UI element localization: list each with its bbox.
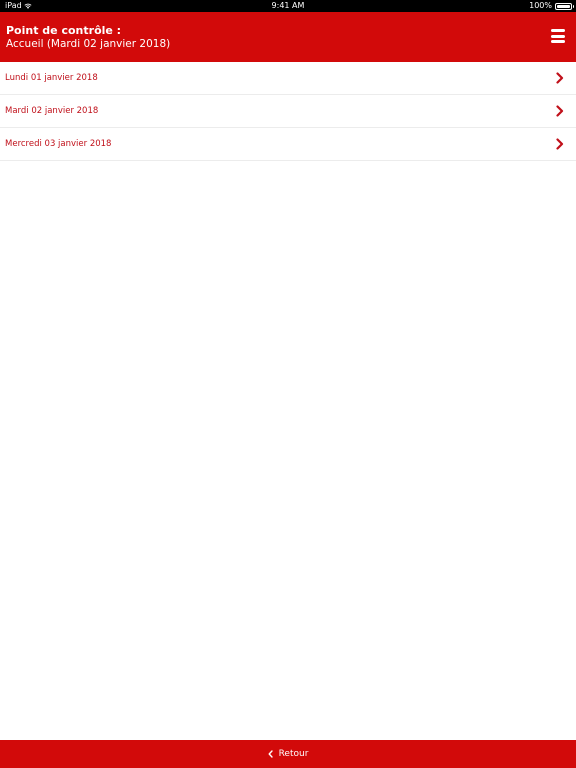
back-button-label: Retour (278, 749, 309, 759)
list-item-label: Lundi 01 janvier 2018 (5, 73, 98, 83)
page-title: Point de contrôle : (6, 24, 122, 37)
menu-button[interactable] (550, 28, 566, 44)
chevron-right-icon (556, 72, 564, 84)
list-item[interactable]: Mercredi 03 janvier 2018 (0, 128, 576, 161)
battery-percentage: 100% (529, 1, 552, 10)
status-time: 9:41 AM (271, 1, 305, 10)
battery-icon (555, 2, 574, 10)
list-item-label: Mardi 02 janvier 2018 (5, 106, 99, 116)
status-right: 100% (529, 0, 574, 12)
list-item[interactable]: Lundi 01 janvier 2018 (0, 62, 576, 95)
back-button[interactable]: Retour (0, 740, 576, 768)
chevron-left-icon (268, 750, 273, 758)
header-bar: Point de contrôle : Accueil (Mardi 02 ja… (0, 12, 576, 62)
list-item-label: Mercredi 03 janvier 2018 (5, 139, 112, 149)
date-list: Lundi 01 janvier 2018 Mardi 02 janvier 2… (0, 62, 576, 161)
menu-bar-bottom (551, 40, 565, 43)
back-button-content: Retour (0, 740, 576, 768)
status-bar: iPad 9:41 AM 100% (0, 0, 576, 12)
chevron-right-icon (556, 138, 564, 150)
menu-bar-top (551, 29, 565, 32)
page-subtitle: Accueil (Mardi 02 janvier 2018) (6, 38, 171, 50)
chevron-right-icon (556, 105, 564, 117)
list-item[interactable]: Mardi 02 janvier 2018 (0, 95, 576, 128)
menu-bar-middle (551, 34, 565, 38)
